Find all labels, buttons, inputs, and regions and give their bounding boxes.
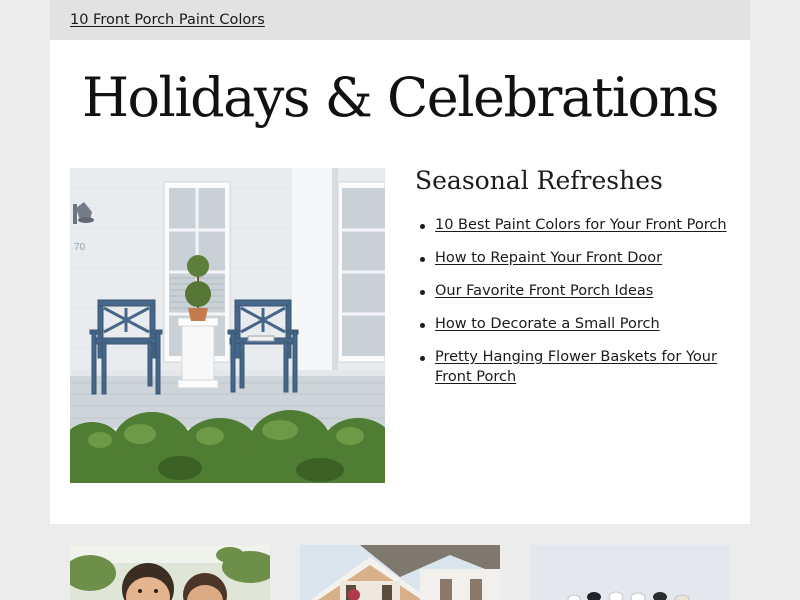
sidebar-title: Seasonal Refreshes: [415, 166, 663, 195]
decor-photo: [530, 545, 730, 600]
hero-image-porch[interactable]: 70: [70, 168, 385, 483]
page-title: Holidays & Celebrations: [81, 66, 720, 129]
list-item: How to Repaint Your Front Door: [415, 248, 735, 268]
page-frame: 10 Front Porch Paint Colors Holidays & C…: [50, 0, 750, 600]
sidebar-link-paint-colors[interactable]: 10 Best Paint Colors for Your Front Porc…: [435, 217, 727, 233]
content-panel: Holidays & Celebrations 70 Seasonal Refr…: [50, 40, 750, 524]
list-item: Pretty Hanging Flower Baskets for Your F…: [415, 347, 735, 387]
house-number: 70: [74, 242, 86, 253]
card-image-house[interactable]: [300, 545, 500, 600]
house-photo: [300, 545, 500, 600]
list-item: How to Decorate a Small Porch: [415, 314, 735, 334]
porch-illustration: 70: [70, 168, 385, 483]
card-row: [70, 545, 730, 600]
sidebar-seasonal-refreshes: Seasonal Refreshes 10 Best Paint Colors …: [415, 166, 735, 400]
top-link-bar: 10 Front Porch Paint Colors: [50, 0, 750, 40]
card-image-kids[interactable]: [70, 545, 270, 600]
sidebar-link-flower-baskets[interactable]: Pretty Hanging Flower Baskets for Your F…: [435, 349, 717, 385]
list-item: Our Favorite Front Porch Ideas: [415, 281, 735, 301]
sidebar-link-porch-ideas[interactable]: Our Favorite Front Porch Ideas: [435, 283, 653, 299]
sidebar-link-small-porch[interactable]: How to Decorate a Small Porch: [435, 316, 660, 332]
sidebar-link-repaint-door[interactable]: How to Repaint Your Front Door: [435, 250, 662, 266]
sidebar-link-list: 10 Best Paint Colors for Your Front Porc…: [415, 215, 735, 387]
top-article-link[interactable]: 10 Front Porch Paint Colors: [70, 12, 265, 28]
list-item: 10 Best Paint Colors for Your Front Porc…: [415, 215, 735, 235]
card-image-decor[interactable]: [530, 545, 730, 600]
kids-photo: [70, 545, 270, 600]
